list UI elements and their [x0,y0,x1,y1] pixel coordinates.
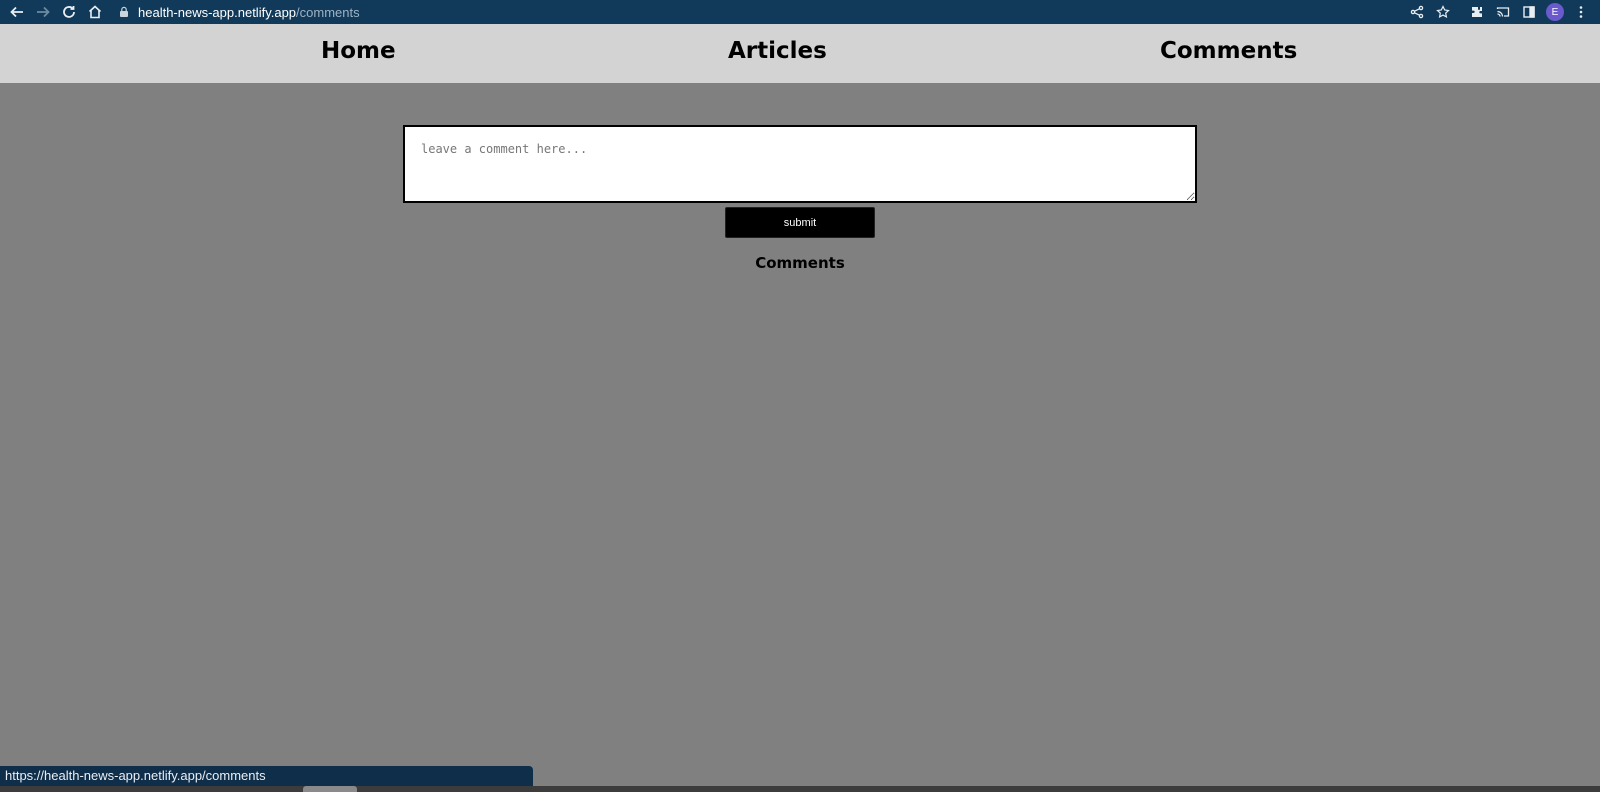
browser-toolbar: health-news-app.netlify.app/comments E [0,0,1600,24]
nav-link-home[interactable]: Home [321,38,396,64]
nav-link-articles[interactable]: Articles [728,38,827,64]
url-host: health-news-app.netlify.app [138,4,297,20]
profile-avatar[interactable]: E [1542,0,1568,24]
address-bar[interactable]: health-news-app.netlify.app/comments [118,2,1404,22]
back-arrow-icon[interactable] [4,0,30,24]
comments-heading: Comments [755,254,845,272]
browser-actions: E [1404,0,1600,24]
avatar-initial: E [1546,3,1564,21]
cast-icon[interactable] [1490,0,1516,24]
lock-icon [118,6,130,18]
nav-link-comments[interactable]: Comments [1160,38,1297,64]
extensions-puzzle-icon[interactable] [1464,0,1490,24]
comment-textarea[interactable] [403,125,1197,203]
bottom-edge [0,786,1600,792]
more-vertical-icon[interactable] [1568,0,1594,24]
site-navigation: Home Articles Comments [0,24,1600,83]
reload-icon[interactable] [56,0,82,24]
share-icon[interactable] [1404,0,1430,24]
forward-arrow-icon[interactable] [30,0,56,24]
browser-nav-buttons [0,0,108,24]
bookmark-star-icon[interactable] [1430,0,1456,24]
home-icon[interactable] [82,0,108,24]
url-path: /comments [296,4,360,20]
status-url-tooltip: https://health-news-app.netlify.app/comm… [0,766,533,786]
bottom-scroll-tab [303,786,357,792]
side-panel-icon[interactable] [1516,0,1542,24]
submit-button[interactable]: submit [725,207,875,238]
